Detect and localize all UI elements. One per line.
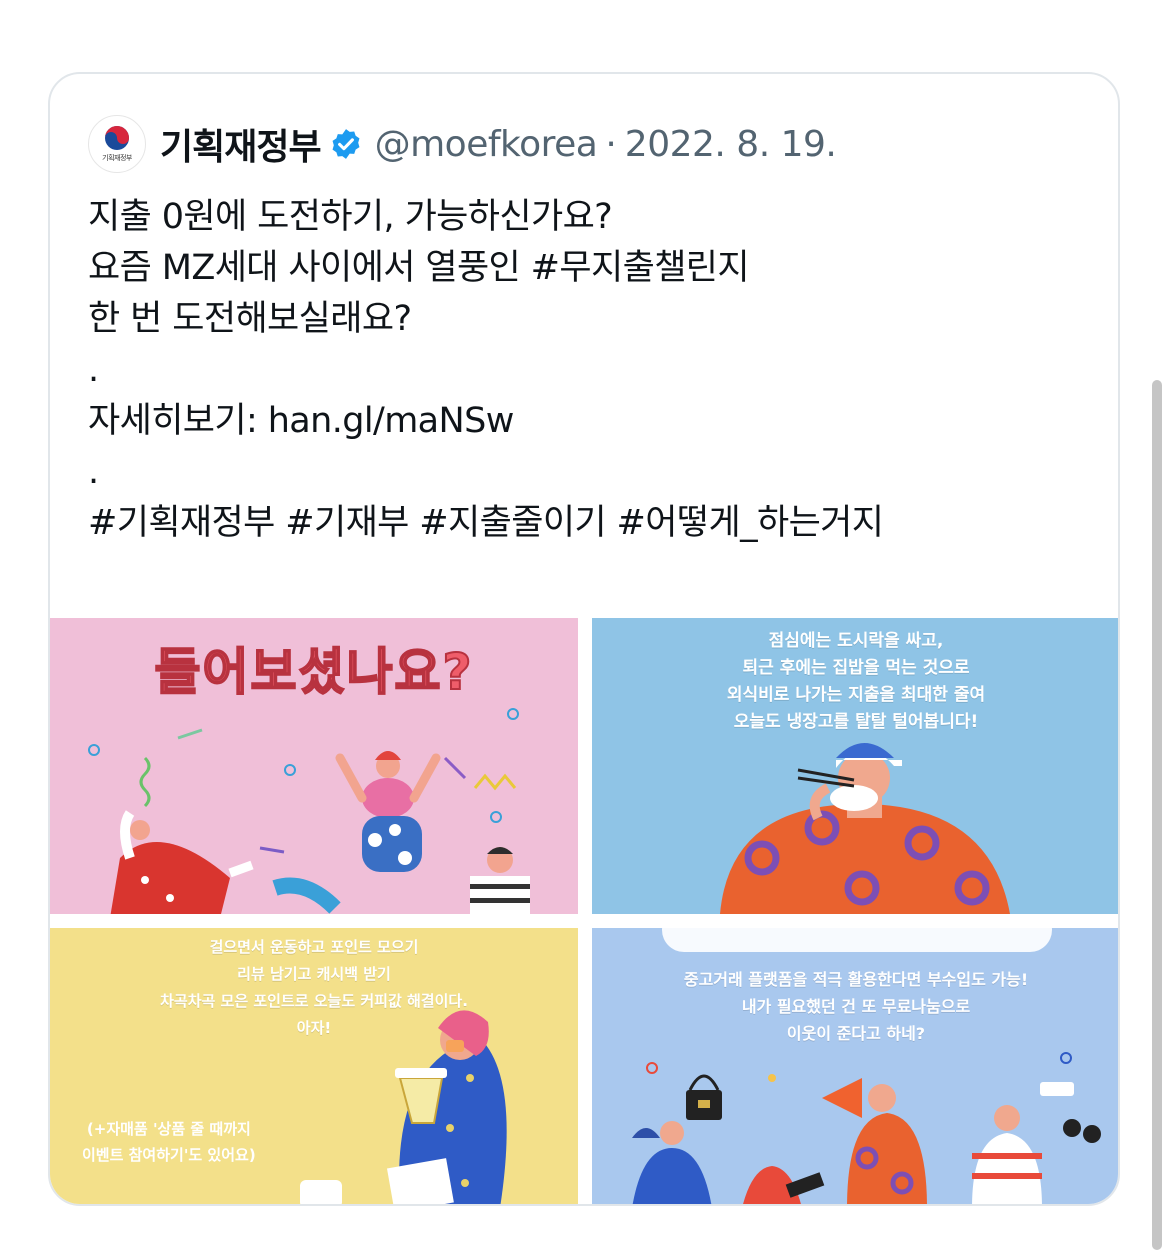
- media-image-1[interactable]: ▀▀▀▀▀ 들어보셨나요?: [50, 618, 578, 914]
- scrollbar[interactable]: [1152, 380, 1162, 1250]
- people-celebrating-illustration: [88, 708, 530, 914]
- taegeuk-logo-icon: [105, 126, 129, 150]
- author-name[interactable]: 기획재정부: [160, 118, 322, 170]
- tweet-text-line: 요즘 MZ세대 사이에서 열풍인 #무지출챌린지: [88, 248, 750, 288]
- avatar-label: 기획재정부: [102, 154, 132, 162]
- separator-dot: ·: [605, 123, 617, 165]
- verified-badge-icon: [329, 127, 363, 161]
- avatar[interactable]: 기획재정부: [88, 115, 146, 173]
- media-image-2[interactable]: 점심에는 도시락을 싸고, 퇴근 후에는 집밥을 먹는 것으로 외식비로 나가는…: [592, 618, 1118, 914]
- media-image-4[interactable]: 중고거래 플랫폼을 적극 활용한다면 부수입도 가능! 내가 필요했던 건 또 …: [592, 928, 1118, 1204]
- tweet-date[interactable]: 2022. 8. 19.: [625, 124, 837, 165]
- media-image-3[interactable]: 걸으면서 운동하고 포인트 모으기 리뷰 남기고 캐시백 받기 차곡차곡 모은 …: [50, 928, 578, 1204]
- tweet-text-line: 지출 0원에 도전하기, 가능하신가요?: [88, 197, 613, 237]
- tweet-link-line[interactable]: 자세히보기: han.gl/maNSw: [88, 396, 1088, 447]
- people-trading-illustration: [632, 1052, 1101, 1204]
- tweet-text-line: .: [88, 452, 99, 492]
- tweet-text-line: 한 번 도전해보실래요?: [88, 299, 412, 339]
- quoted-tweet-card[interactable]: 기획재정부 기획재정부 @moefkorea · 2022. 8. 19. 지출…: [48, 72, 1120, 1206]
- tweet-text: 지출 0원에 도전하기, 가능하신가요? 요즘 MZ세대 사이에서 열풍인 #무…: [88, 192, 1088, 549]
- author-handle[interactable]: @moefkorea: [375, 124, 598, 165]
- tweet-hashtags[interactable]: #기획재정부 #기재부 #지출줄이기 #어떻게_하는거지: [88, 498, 1088, 549]
- woman-with-coffee-illustration: [300, 1010, 507, 1204]
- screen: { "tweet": { "author": { "name": "기획재정부"…: [0, 0, 1169, 1250]
- tweet-text-line: .: [88, 350, 99, 390]
- man-eating-illustration: [720, 743, 1010, 914]
- media-grid: ▀▀▀▀▀ 들어보셨나요?: [50, 618, 1118, 1204]
- tweet-header: 기획재정부 기획재정부 @moefkorea · 2022. 8. 19.: [88, 112, 837, 176]
